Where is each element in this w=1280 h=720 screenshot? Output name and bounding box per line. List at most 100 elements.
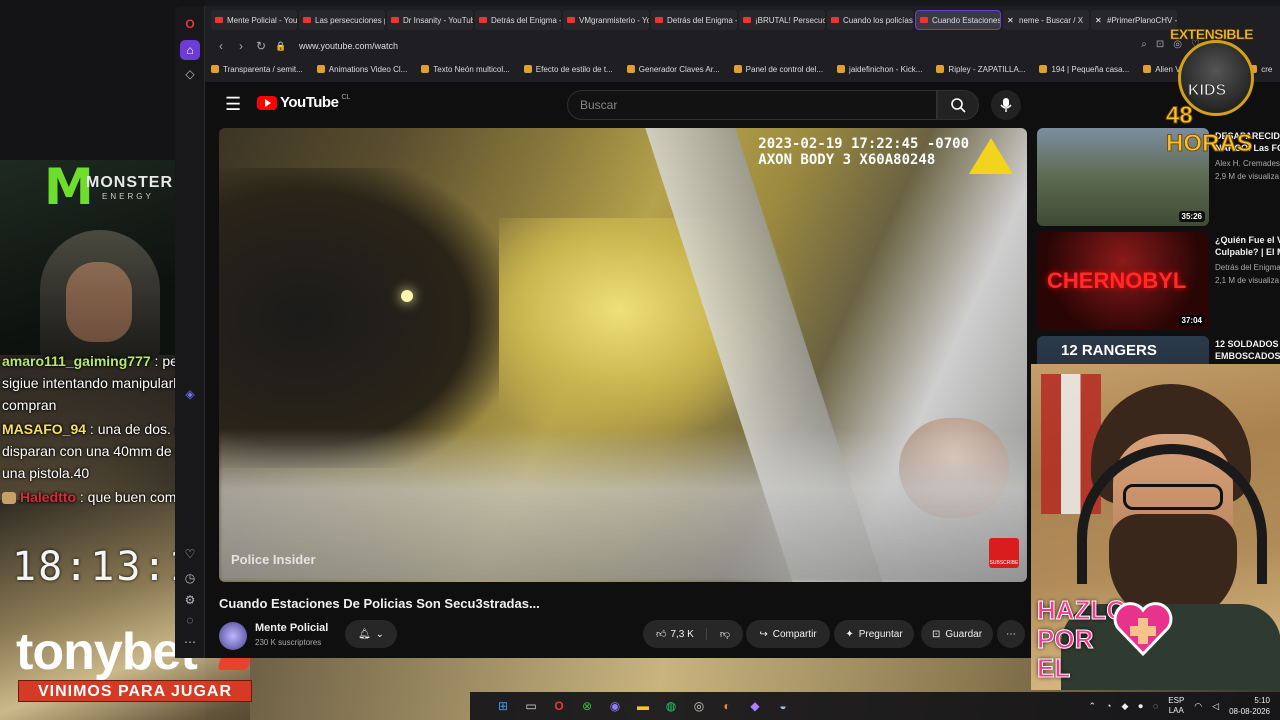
bookmark-favicon-icon: [316, 65, 325, 73]
browser-tab[interactable]: Cuando Estaciones De: [915, 10, 1001, 30]
clock-icon[interactable]: ◷: [180, 568, 200, 588]
browser-tab[interactable]: Detrás del Enigma - Y: [475, 10, 561, 30]
youtube-icon: [831, 17, 839, 23]
opera-gx-icon[interactable]: O: [548, 696, 570, 716]
pin-icon[interactable]: ⊡: [1156, 39, 1164, 50]
bookmark-item[interactable]: Texto Neón multicol...: [421, 65, 510, 74]
notification-bell-button[interactable]: 🔔︎ ⌄: [345, 620, 397, 648]
bookmark-item[interactable]: jaidefinichon - Kick...: [837, 65, 922, 74]
subscribe-badge[interactable]: SUBSCRIBE: [989, 538, 1019, 568]
music-icon[interactable]: ◈: [180, 384, 200, 404]
obs-icon[interactable]: ◎: [688, 696, 710, 716]
ask-button[interactable]: ✦ Preguntar: [834, 620, 914, 648]
heart-icon: [1113, 602, 1173, 657]
tray-chevron-icon[interactable]: ⌃: [1089, 701, 1097, 712]
workspace-icon[interactable]: ◇: [180, 64, 200, 84]
recommendation-title[interactable]: ¿Quién Fue el V Culpable? | El M: [1215, 234, 1280, 258]
browser-tab[interactable]: ✕#PrimerPlanoCHV - B: [1091, 10, 1177, 30]
opera-logo-icon[interactable]: O: [180, 14, 200, 34]
channel-subscribers: 230 K suscriptores: [255, 638, 322, 647]
bookmark-item[interactable]: Panel de control del...: [733, 65, 823, 74]
browser-tab[interactable]: Las persecuciones po: [299, 10, 385, 30]
forward-icon[interactable]: ›: [231, 39, 251, 53]
bodycam-datetime: 2023-02-19 17:22:45 -0700: [758, 136, 969, 152]
channel-watermark: Police Insider: [231, 552, 316, 567]
youtube-play-icon: [257, 95, 277, 110]
youtube-icon: [215, 17, 223, 23]
save-label: Guardar: [945, 628, 983, 640]
bookmark-favicon-icon: [523, 65, 532, 73]
windows-start-icon[interactable]: ⊞: [492, 696, 514, 716]
browser-tab[interactable]: Detrás del Enigma - Y: [651, 10, 737, 30]
zoom-icon[interactable]: ⌕: [1141, 39, 1147, 50]
wifi-icon[interactable]: ◠: [1194, 701, 1202, 712]
file-explorer-icon[interactable]: ▬: [632, 696, 654, 716]
search-button[interactable]: [937, 90, 979, 120]
recommendation-item[interactable]: CHERNOBYL 37:04 ¿Quién Fue el V Culpable…: [1037, 232, 1280, 330]
x-icon: ✕: [1095, 15, 1102, 25]
volume-icon[interactable]: ◁: [1212, 701, 1219, 712]
chrome-icon[interactable]: ◐: [716, 696, 738, 716]
thumbnail-text: 12 RANGERS: [1061, 342, 1157, 359]
streamlabs-icon[interactable]: ◆: [744, 696, 766, 716]
x-icon: ✕: [1007, 15, 1014, 25]
monster-energy-logo: M MONSTER ENERGY: [40, 162, 172, 222]
recommendation-thumbnail[interactable]: CHERNOBYL 37:04: [1037, 232, 1209, 330]
microphone-icon[interactable]: ⏺: [1138, 701, 1143, 712]
share-button[interactable]: ↪ Compartir: [746, 620, 830, 648]
browser-tab[interactable]: VMgranmisterio - You: [563, 10, 649, 30]
bulb-icon[interactable]: ◌: [180, 610, 200, 630]
dislike-button[interactable]: 👎︎: [712, 628, 730, 640]
reload-icon[interactable]: ↻: [251, 39, 271, 53]
browser-tab[interactable]: Cuando los policías s: [827, 10, 913, 30]
bookmark-item[interactable]: Generador Claves Ar...: [626, 65, 720, 74]
bookmark-item[interactable]: Animations Video Cl...: [316, 64, 408, 74]
microphone-icon: [1000, 98, 1012, 112]
url-field[interactable]: www.youtube.com/watch: [299, 41, 398, 51]
xbox-icon[interactable]: ⊗: [576, 696, 598, 716]
bookmark-item[interactable]: 194 | Pequeña casa...: [1039, 65, 1129, 74]
youtube-logo[interactable]: YouTube CL: [257, 94, 350, 111]
sparkle-icon: ✦: [845, 628, 854, 640]
bookmark-item[interactable]: Efecto de estilo de t...: [523, 65, 613, 74]
voice-search-button[interactable]: [991, 90, 1021, 120]
network-icon[interactable]: ◌: [1153, 701, 1158, 711]
video-player[interactable]: 2023-02-19 17:22:45 -0700 AXON BODY 3 X6…: [219, 128, 1027, 582]
chat-username: amaro111_gaiming777: [2, 353, 151, 369]
more-actions-button[interactable]: ⋯: [997, 620, 1025, 648]
language-indicator[interactable]: ESP LAA: [1168, 696, 1184, 716]
taskbar-clock[interactable]: 5:10 08-08-2026: [1229, 695, 1270, 717]
bookmark-item[interactable]: Ripley - ZAPATILLA...: [936, 65, 1025, 74]
tray-app-icon[interactable]: ◔: [1106, 701, 1111, 711]
bookmark-item[interactable]: Transparenta / semit...: [211, 65, 303, 74]
recommendation-views: 2,1 M de visualiza: [1215, 276, 1280, 285]
spotify-icon[interactable]: ◍: [660, 696, 682, 716]
tray-app-icon[interactable]: ◆: [1121, 701, 1128, 712]
discord-icon[interactable]: ◉: [604, 696, 626, 716]
save-button[interactable]: ⊡ Guardar: [921, 620, 993, 648]
browser-tab[interactable]: Mente Policial - YouTu: [211, 10, 297, 30]
browser-tab[interactable]: ✕ neme - Buscar / X: [1003, 10, 1089, 30]
video-frame-smoke: [219, 428, 1027, 582]
clock-date: 08-08-2026: [1229, 707, 1270, 716]
browser-tab[interactable]: Dr Insanity - YouTube: [387, 10, 473, 30]
steam-icon[interactable]: ◒: [772, 696, 794, 716]
menu-icon[interactable]: ☰: [225, 94, 241, 115]
bookmark-label: 194 | Pequeña casa...: [1051, 64, 1130, 74]
settings-icon[interactable]: ⚙: [180, 590, 200, 610]
search-input[interactable]: Buscar: [567, 90, 937, 120]
recommendation-title[interactable]: 12 SOLDADOS EMBOSCADOS: [1215, 338, 1280, 362]
more-icon[interactable]: ⋯: [180, 632, 200, 652]
home-icon[interactable]: ⌂: [180, 40, 200, 60]
browser-tab[interactable]: ¡BRUTAL! Persecución: [739, 10, 825, 30]
screen: M MONSTER ENERGY amaro111_gaiming777 : p…: [0, 0, 1280, 720]
clock-time: 5:10: [1254, 696, 1270, 705]
heart-icon[interactable]: ♡: [180, 544, 200, 564]
task-view-icon[interactable]: ▭: [520, 696, 542, 716]
channel-name[interactable]: Mente Policial: [255, 622, 328, 634]
like-button[interactable]: 👍︎ 7,3 K: [656, 628, 707, 640]
channel-avatar[interactable]: [219, 622, 247, 650]
bookmark-label: Animations Video Cl...: [328, 64, 408, 74]
back-icon[interactable]: ‹: [211, 39, 231, 53]
youtube-icon: [920, 17, 928, 23]
